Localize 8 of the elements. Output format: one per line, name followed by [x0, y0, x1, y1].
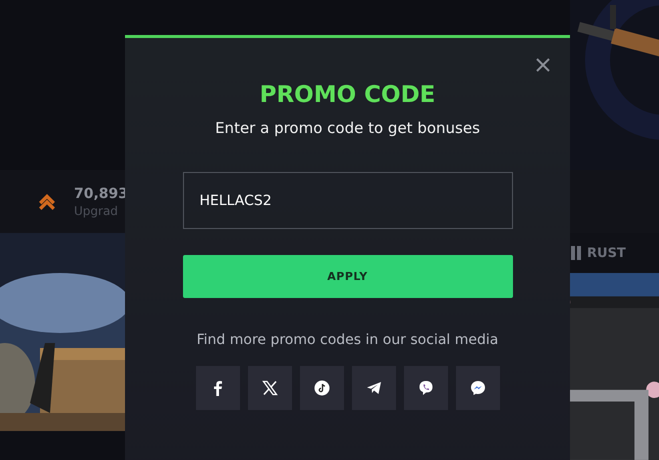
- apply-button[interactable]: APPLY: [182, 255, 512, 298]
- dialog-subtitle: Enter a promo code to get bonuses: [215, 118, 480, 138]
- social-text: Find more promo codes in our social media: [196, 331, 498, 350]
- game-tab[interactable]: RUST: [587, 246, 626, 261]
- dialog-title: PROMO CODE: [260, 81, 436, 110]
- stat-value: 70,893: [74, 186, 128, 202]
- promo-code-field[interactable]: HELLACS2: [182, 172, 512, 229]
- stat-label: Upgrad: [74, 204, 119, 218]
